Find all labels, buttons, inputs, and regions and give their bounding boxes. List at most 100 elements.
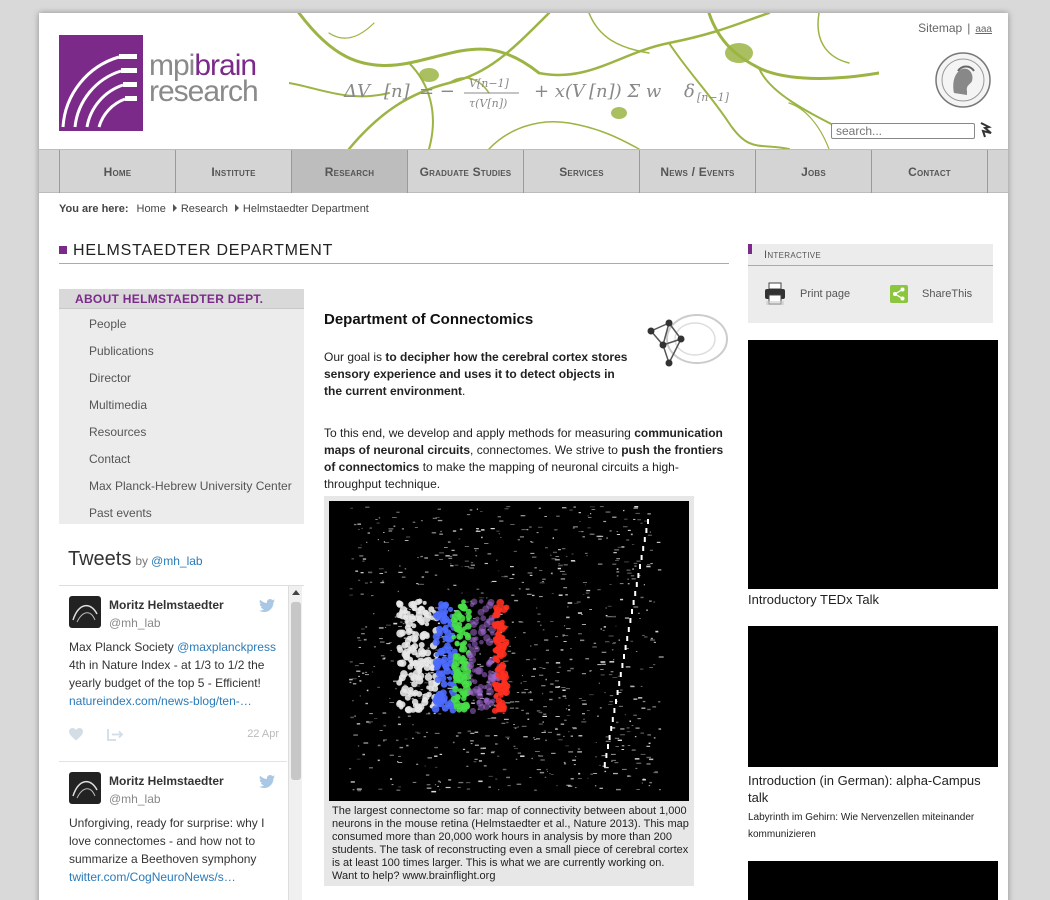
tweets-timeline[interactable]: Moritz Helmstaedter @mh_lab Max Planck S… (59, 585, 304, 900)
tweet-mention-link[interactable]: @maxplanckpress (177, 640, 276, 654)
sharethis-button[interactable]: ShareThis (890, 282, 972, 306)
scroll-up-arrow-icon[interactable] (292, 590, 300, 595)
nav-item-research[interactable]: Research (292, 150, 408, 193)
nav-item-graduate-studies[interactable]: Graduate Studies (408, 150, 524, 193)
tweets-scrollbar[interactable] (288, 586, 302, 900)
text-run: , connectomes. We strive to (470, 443, 622, 457)
interactive-heading-text: Interactive (764, 249, 822, 261)
svg-text:[n−1]: [n−1] (697, 91, 730, 104)
svg-text:V[n−1]: V[n−1] (469, 77, 510, 90)
submenu-item[interactable]: Past events (59, 501, 304, 528)
submenu-item[interactable]: Max Planck-Hebrew University Center (59, 474, 304, 501)
tweet-url-link[interactable]: twitter.com/CogNeuroNews/s… (69, 870, 236, 884)
interactive-heading: Interactive (748, 244, 993, 266)
tweet-author-name[interactable]: Moritz Helmstaedter (109, 774, 224, 788)
separator: | (967, 21, 971, 35)
methods-paragraph: To this end, we develop and apply method… (324, 425, 724, 493)
video-player[interactable] (748, 861, 998, 900)
figure-caption: The largest connectome so far: map of co… (332, 805, 689, 882)
sitemap-link[interactable]: Sitemap (918, 21, 962, 35)
tweet-author-handle[interactable]: @mh_lab (109, 616, 161, 630)
tedx-video-player[interactable] (748, 340, 998, 589)
logo-research: research (149, 75, 259, 108)
tweets-header: Tweets by @mh_lab (68, 548, 203, 571)
nav-item-services[interactable]: Services (524, 150, 640, 193)
video-title[interactable]: Introductory TEDx Talk (748, 591, 998, 608)
tweet[interactable]: Moritz Helmstaedter @mh_lab Unforgiving,… (59, 762, 287, 900)
goal-paragraph: Our goal is to decipher how the cerebral… (324, 349, 634, 400)
tweet-text: Max Planck Society @maxplanckpress 4th i… (69, 638, 281, 710)
tweet-author-handle[interactable]: @mh_lab (109, 792, 161, 806)
department-submenu: ABOUT HELMSTAEDTER DEPT. People Publicati… (59, 289, 304, 524)
svg-text:= −: = − (419, 81, 455, 102)
tweet[interactable]: Moritz Helmstaedter @mh_lab Max Planck S… (59, 586, 287, 762)
tweets-title: Tweets (68, 548, 132, 570)
neuron-banner-image: ΔV [n] = − V[n−1] τ(V[n]) + x(V [n]) Σ w… (289, 13, 879, 149)
tweet-text-part: Unforgiving, ready for surprise: why I l… (69, 816, 265, 866)
submenu-item[interactable]: Resources (59, 420, 304, 447)
tweet-author-name[interactable]: Moritz Helmstaedter (109, 598, 224, 612)
svg-text:δ: δ (684, 81, 695, 102)
breadcrumb-home[interactable]: Home (137, 203, 166, 215)
submenu-heading[interactable]: ABOUT HELMSTAEDTER DEPT. (59, 289, 304, 309)
tweet-url-link[interactable]: natureindex.com/news-blog/ten-… (69, 694, 252, 708)
logo-wordmark[interactable]: mpibrain research (149, 51, 259, 108)
submenu-item[interactable]: Contact (59, 447, 304, 474)
breadcrumb-current: Helmstaedter Department (242, 203, 369, 215)
share-arrow-icon[interactable] (107, 728, 123, 741)
mpi-brain-logo[interactable] (59, 35, 143, 131)
like-heart-icon[interactable] (69, 728, 83, 741)
heading-marker-icon (748, 244, 752, 254)
text-run: . (462, 384, 466, 398)
submenu-list: People Publications Director Multimedia Reso… (59, 309, 304, 528)
utility-links: Sitemap | aaa (918, 21, 992, 35)
nav-item-home[interactable]: Home (60, 150, 176, 193)
video-subtitle: Labyrinth im Gehirn: Wie Nervenzellen mi… (748, 812, 975, 840)
tweet-text: Unforgiving, ready for surprise: why I l… (69, 814, 281, 886)
submenu-item[interactable]: People (59, 312, 304, 339)
nav-item-institute[interactable]: Institute (176, 150, 292, 193)
submenu-item[interactable]: Director (59, 366, 304, 393)
avatar[interactable] (69, 596, 101, 628)
search-submit-icon[interactable] (979, 121, 993, 139)
connectomics-network-icon (647, 314, 728, 367)
sharethis-label: ShareThis (922, 288, 973, 300)
alpha-campus-video-player[interactable] (748, 626, 998, 767)
video-title[interactable]: Introduction (in German): alpha-Campus t… (748, 772, 998, 806)
sharethis-icon (890, 285, 908, 303)
svg-text:+ x(V: + x(V (534, 81, 587, 102)
print-page-button[interactable]: Print page (764, 282, 850, 306)
text-run: To this end, we develop and apply method… (324, 426, 635, 440)
tweet-actions: 22 Apr (69, 728, 281, 744)
site-header: ΔV [n] = − V[n−1] τ(V[n]) + x(V [n]) Σ w… (39, 13, 1008, 149)
nav-item-jobs[interactable]: Jobs (756, 150, 872, 193)
text-size-toggle[interactable]: aaa (975, 24, 992, 35)
breadcrumb-label: You are here: (59, 203, 129, 215)
twitter-bird-icon[interactable] (259, 775, 275, 788)
scrollbar-thumb[interactable] (291, 602, 301, 780)
search-input[interactable] (831, 123, 975, 139)
avatar[interactable] (69, 772, 101, 804)
twitter-bird-icon[interactable] (259, 599, 275, 612)
breadcrumb-arrow-icon (234, 204, 239, 212)
breadcrumb: You are here: Home Research Helmstaedter De… (59, 203, 369, 215)
svg-text:[n]) Σ w: [n]) Σ w (589, 81, 662, 102)
breadcrumb-arrow-icon (172, 204, 177, 212)
max-planck-seal-icon[interactable] (934, 51, 992, 109)
tweet-text-part: Max Planck Society (69, 640, 174, 654)
nav-item-news-events[interactable]: News / Events (640, 150, 756, 193)
submenu-item[interactable]: Multimedia (59, 393, 304, 420)
connectome-image[interactable] (329, 501, 689, 801)
submenu-item[interactable]: Publications (59, 339, 304, 366)
text-run: Our goal is (324, 350, 386, 364)
tweet-date[interactable]: 22 Apr (247, 728, 279, 740)
section-marker-icon (59, 246, 67, 254)
tweets-handle-link[interactable]: @mh_lab (151, 554, 203, 568)
svg-text:τ(V[n]): τ(V[n]) (469, 97, 507, 110)
breadcrumb-research[interactable]: Research (181, 203, 228, 215)
nav-item-contact[interactable]: Contact (872, 150, 988, 193)
section-title: HELMSTAEDTER DEPARTMENT (59, 242, 729, 264)
svg-text:[n]: [n] (384, 81, 411, 102)
section-title-text: HELMSTAEDTER DEPARTMENT (73, 242, 334, 259)
tweets-by: by (135, 554, 149, 568)
